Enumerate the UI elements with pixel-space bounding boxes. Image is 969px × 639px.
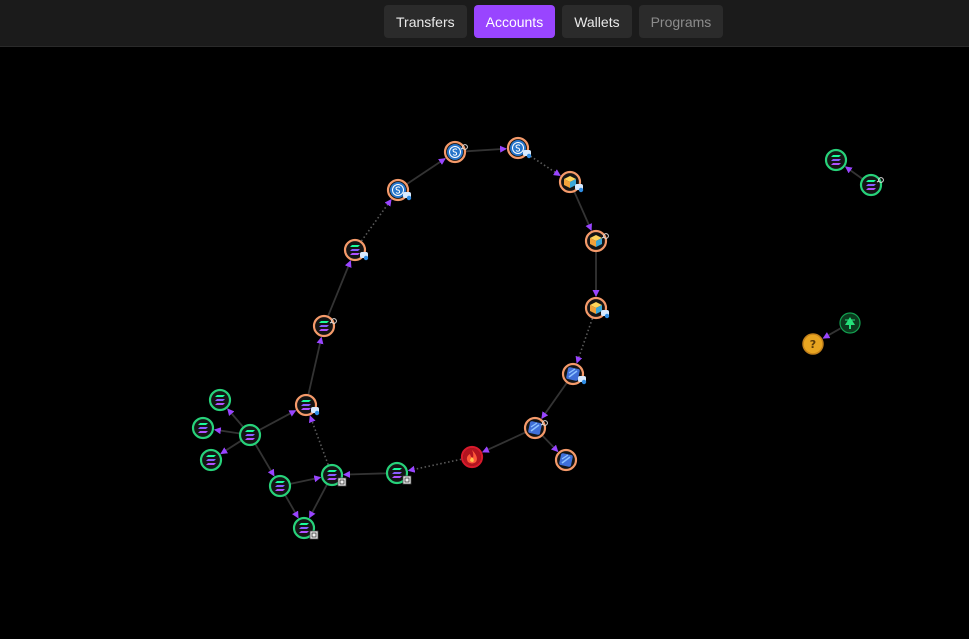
top-nav-bar: Transfers Accounts Wallets Programs — [0, 0, 969, 47]
svg-text:?: ? — [810, 338, 816, 351]
graph-edge — [213, 427, 240, 435]
solana-icon — [206, 455, 216, 465]
question-icon: ? — [802, 333, 824, 355]
graph-edge — [227, 408, 244, 428]
program-badge-icon — [337, 477, 347, 487]
view-tabs: Transfers Accounts Wallets Programs — [384, 5, 724, 38]
graph-edge — [259, 409, 297, 431]
graph-edge — [822, 327, 841, 339]
solana-icon — [245, 430, 255, 440]
tab-programs[interactable]: Programs — [638, 5, 724, 38]
graph-node-wal-c[interactable] — [208, 388, 232, 412]
graph-node-sol-tok-a[interactable] — [343, 238, 369, 262]
graph-edge — [327, 260, 352, 317]
graph-edge — [406, 157, 446, 185]
graph-node-cube-c[interactable] — [584, 296, 610, 320]
tree-icon — [839, 312, 861, 334]
graph-node-wal-b[interactable] — [385, 461, 412, 485]
blue-token-icon — [559, 453, 573, 467]
graph-edge — [573, 191, 592, 231]
graph-node-tree[interactable] — [839, 312, 861, 334]
graph-edge — [284, 495, 299, 519]
graph-edge — [541, 382, 568, 420]
graph-edge — [308, 484, 328, 519]
graph-node-wal-g[interactable] — [238, 423, 262, 447]
solana-icon — [319, 321, 329, 331]
graph-node-wal-d[interactable] — [191, 416, 215, 440]
graph-node-wal-i[interactable] — [824, 148, 848, 172]
tab-wallets[interactable]: Wallets — [562, 5, 632, 38]
graph-node-blue-b[interactable] — [523, 416, 548, 440]
graph-node-blue-a[interactable] — [561, 362, 587, 386]
graph-edge — [542, 435, 559, 453]
solana-icon — [831, 155, 841, 165]
graph-edge — [220, 440, 242, 455]
solana-icon — [350, 245, 360, 255]
graph-edge — [342, 470, 387, 478]
program-badge-icon — [402, 475, 412, 485]
graph-edge — [360, 198, 392, 242]
graph-edge — [575, 318, 594, 364]
blue-token-icon — [528, 421, 542, 435]
solana-icon — [299, 523, 309, 533]
graph-edge — [407, 458, 462, 473]
graph-node-wal-j[interactable] — [859, 173, 884, 197]
graph-edge — [481, 431, 526, 453]
graph-node-blue-c[interactable] — [554, 448, 578, 472]
solana-icon — [866, 180, 876, 190]
graph-edge — [526, 153, 561, 177]
graph-node-wal-a[interactable] — [320, 463, 347, 487]
solana-icon — [275, 481, 285, 491]
program-badge-icon — [309, 530, 319, 540]
node-layer: ? — [191, 136, 884, 540]
solana-icon — [198, 423, 208, 433]
graph-node-sol-tok-c[interactable] — [294, 393, 320, 417]
tab-accounts[interactable]: Accounts — [473, 5, 556, 38]
graph-node-sol-tok-b[interactable] — [312, 314, 337, 338]
graph-node-usdc-b[interactable] — [506, 136, 532, 160]
graph-node-unknown[interactable]: ? — [802, 333, 824, 355]
graph-node-usdc-a[interactable] — [443, 140, 468, 164]
graph-node-wal-e[interactable] — [199, 448, 223, 472]
solana-icon — [215, 395, 225, 405]
edge-layer — [213, 145, 863, 519]
graph-edge — [844, 166, 863, 180]
graph-edge — [308, 415, 329, 465]
tab-transfers[interactable]: Transfers — [384, 5, 467, 38]
solana-icon — [392, 468, 402, 478]
solana-icon — [301, 400, 311, 410]
graph-node-wal-f[interactable] — [268, 474, 292, 498]
solana-icon — [327, 470, 337, 480]
account-graph-canvas[interactable]: ? — [0, 47, 969, 639]
graph-node-burn[interactable] — [460, 445, 484, 469]
blue-token-icon — [566, 367, 580, 381]
graph-edge — [465, 145, 508, 153]
usdc-icon — [447, 144, 463, 160]
graph-node-cube-a[interactable] — [558, 170, 584, 194]
graph-edge — [290, 475, 322, 485]
graph-edge — [254, 444, 275, 477]
graph-node-wal-h[interactable] — [292, 516, 319, 540]
graph-node-cube-b[interactable] — [584, 229, 609, 253]
graph-edge — [307, 336, 324, 395]
